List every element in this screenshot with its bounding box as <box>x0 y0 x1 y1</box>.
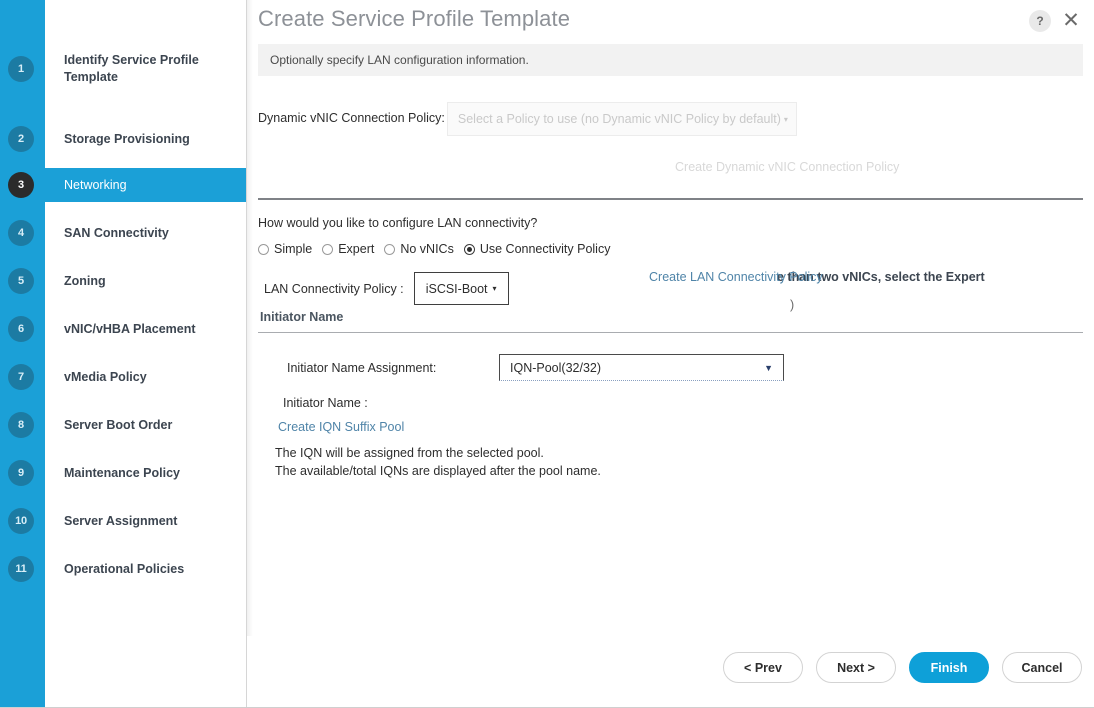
prev-button[interactable]: < Prev <box>723 652 803 683</box>
step-number-badge: 6 <box>8 316 34 342</box>
lan-connectivity-radio-group: Simple Expert No vNICs Use Connectivity Pol… <box>258 242 620 256</box>
main-panel: Create Service Profile Template ? ✕ Opti… <box>247 0 1094 708</box>
initiator-name-assignment-select[interactable]: IQN-Pool(32/32) ▼ <box>499 354 784 381</box>
create-iqn-suffix-pool-link[interactable]: Create IQN Suffix Pool <box>278 420 404 434</box>
step-number-badge: 10 <box>8 508 34 534</box>
lan-connectivity-policy-label: LAN Connectivity Policy : <box>264 281 404 296</box>
section-divider-top <box>258 198 1083 200</box>
sidebar-item-networking[interactable]: 3 Networking <box>0 168 247 202</box>
chevron-down-icon: ▾ <box>783 114 788 124</box>
radio-label: Use Connectivity Policy <box>479 242 611 256</box>
vnic-hint-fragment: ) <box>790 298 795 312</box>
lan-connectivity-policy-value: iSCSI-Boot <box>425 281 488 296</box>
radio-indicator <box>322 243 334 255</box>
dynamic-vnic-row: Dynamic vNIC Connection Policy: Select a… <box>258 102 797 136</box>
dialog-titlebar: Create Service Profile Template ? ✕ <box>247 0 1094 44</box>
sidebar-item-san-connectivity[interactable]: 4 SAN Connectivity <box>0 216 247 250</box>
sidebar-item-server-assignment[interactable]: 10 Server Assignment <box>0 504 247 538</box>
sidebar-item-label: Operational Policies <box>64 561 185 576</box>
footer-button-group: < Prev Next > Finish Cancel <box>723 652 1082 683</box>
iqn-helper-text-2: The available/total IQNs are displayed a… <box>275 464 601 478</box>
sidebar-item-operational-policies[interactable]: 11 Operational Policies <box>0 552 247 586</box>
lan-connectivity-policy-row: LAN Connectivity Policy : iSCSI-Boot ▾ <box>264 272 509 305</box>
networking-form: Dynamic vNIC Connection Policy: Select a… <box>247 76 1094 636</box>
initiator-name-assignment-value: IQN-Pool(32/32) <box>510 360 602 375</box>
step-number-badge: 11 <box>8 556 34 582</box>
initiator-name-label: Initiator Name : <box>283 396 368 410</box>
finish-button[interactable]: Finish <box>909 652 989 683</box>
step-number-badge: 4 <box>8 220 34 246</box>
sidebar-item-label: Server Assignment <box>64 513 178 528</box>
chevron-down-icon: ▼ <box>764 362 773 373</box>
sidebar-item-label: Networking <box>64 177 127 192</box>
sidebar-item-label: Identify Service Profile Template <box>64 53 199 84</box>
radio-label: No vNICs <box>400 242 454 256</box>
radio-indicator <box>463 243 475 255</box>
sidebar-item-zoning[interactable]: 5 Zoning <box>0 264 247 298</box>
sidebar-item-vnic-vhba-placement[interactable]: 6 vNIC/vHBA Placement <box>0 312 247 346</box>
cancel-button[interactable]: Cancel <box>1002 652 1082 683</box>
sidebar-item-label: vMedia Policy <box>64 369 147 384</box>
lan-connectivity-policy-select[interactable]: iSCSI-Boot ▾ <box>413 272 509 305</box>
dialog-subtitle-bar: Optionally specify LAN configuration inf… <box>258 44 1083 76</box>
dynamic-vnic-value: Select a Policy to use (no Dynamic vNIC … <box>457 112 781 126</box>
create-lan-connectivity-policy-link[interactable]: Create LAN Connectivity Policy <box>649 270 823 284</box>
radio-use-connectivity-policy[interactable]: Use Connectivity Policy <box>463 242 611 256</box>
radio-expert[interactable]: Expert <box>322 242 374 256</box>
sidebar-item-label: Maintenance Policy <box>64 465 181 480</box>
wizard-step-sidebar: 1 Identify Service Profile Template 2 Stora… <box>0 0 247 708</box>
iqn-helper-text-1: The IQN will be assigned from the select… <box>275 446 544 460</box>
radio-indicator <box>258 243 269 255</box>
step-number-badge: 5 <box>8 268 34 294</box>
step-number-badge: 1 <box>8 56 34 82</box>
lan-connectivity-question: How would you like to configure LAN conn… <box>258 216 538 230</box>
sidebar-item-label: Storage Provisioning <box>64 131 190 146</box>
help-icon[interactable]: ? <box>1029 10 1051 32</box>
step-number-badge: 9 <box>8 460 34 486</box>
page-title: Create Service Profile Template <box>258 6 571 31</box>
sidebar-item-label: SAN Connectivity <box>64 225 169 240</box>
create-service-profile-template-dialog: 1 Identify Service Profile Template 2 Stora… <box>0 0 1094 708</box>
radio-simple[interactable]: Simple <box>258 242 312 256</box>
sidebar-item-maintenance-policy[interactable]: 9 Maintenance Policy <box>0 456 247 490</box>
step-number-badge: 7 <box>8 364 34 390</box>
dialog-subtitle: Optionally specify LAN configuration inf… <box>270 53 529 67</box>
dialog-footer: < Prev Next > Finish Cancel <box>247 636 1094 708</box>
sidebar-item-label: Zoning <box>64 273 106 288</box>
sidebar-item-label: vNIC/vHBA Placement <box>64 321 196 336</box>
step-number-badge: 8 <box>8 412 34 438</box>
radio-label: Expert <box>338 242 375 256</box>
wizard-step-list: 1 Identify Service Profile Template 2 Stora… <box>0 0 247 708</box>
sidebar-item-vmedia-policy[interactable]: 7 vMedia Policy <box>0 360 247 394</box>
radio-no-vnics[interactable]: No vNICs <box>384 242 454 256</box>
dynamic-vnic-label: Dynamic vNIC Connection Policy: <box>258 111 445 125</box>
radio-indicator <box>384 243 396 255</box>
next-button[interactable]: Next > <box>816 652 896 683</box>
initiator-name-section-heading: Initiator Name <box>260 310 344 324</box>
sidebar-item-identify-service-profile-template[interactable]: 1 Identify Service Profile Template <box>0 45 247 93</box>
radio-label: Simple <box>274 242 313 256</box>
step-number-badge: 2 <box>8 126 34 152</box>
sidebar-item-server-boot-order[interactable]: 8 Server Boot Order <box>0 408 247 442</box>
sidebar-item-storage-provisioning[interactable]: 2 Storage Provisioning <box>0 122 247 156</box>
create-dynamic-vnic-policy-link[interactable]: Create Dynamic vNIC Connection Policy <box>675 160 899 174</box>
chevron-down-icon: ▾ <box>492 284 497 293</box>
sidebar-item-label: Server Boot Order <box>64 417 173 432</box>
initiator-name-assignment-label: Initiator Name Assignment: <box>287 360 437 375</box>
step-number-badge: 3 <box>8 172 34 198</box>
initiator-name-assignment-row: Initiator Name Assignment: IQN-Pool(32/3… <box>287 354 784 381</box>
dynamic-vnic-select[interactable]: Select a Policy to use (no Dynamic vNIC … <box>446 102 797 136</box>
section-divider-initiator <box>258 332 1083 333</box>
close-icon[interactable]: ✕ <box>1059 8 1083 32</box>
